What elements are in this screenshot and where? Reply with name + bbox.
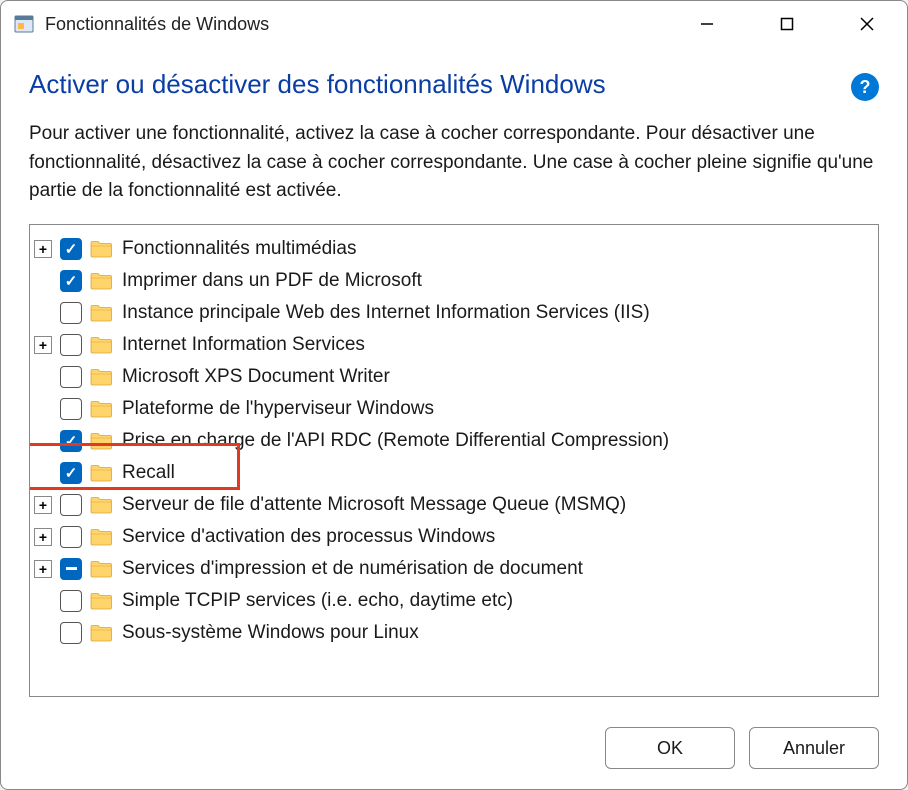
folder-icon [90,464,112,482]
window-title: Fonctionnalités de Windows [45,14,687,35]
minimize-button[interactable] [687,4,727,44]
feature-label: Sous-système Windows pour Linux [122,622,419,644]
folder-icon [90,432,112,450]
feature-row[interactable]: + Services d'impression et de numérisatio… [34,553,866,585]
feature-checkbox[interactable] [60,270,82,292]
expand-toggle-icon[interactable]: + [34,496,52,514]
features-scroll[interactable]: + Fonctionnalités multimédias Imprimer dan… [30,229,870,693]
expand-toggle-icon[interactable]: + [34,528,52,546]
feature-label: Fonctionnalités multimédias [122,238,356,260]
feature-label: Serveur de file d'attente Microsoft Mess… [122,494,626,516]
feature-row[interactable]: Prise en charge de l'API RDC (Remote Dif… [34,425,866,457]
feature-row[interactable]: + Serveur de file d'attente Microsoft Mes… [34,489,866,521]
feature-label: Services d'impression et de numérisation… [122,558,583,580]
feature-checkbox[interactable] [60,398,82,420]
feature-row[interactable]: Instance principale Web des Internet Inf… [34,297,866,329]
expand-toggle-icon[interactable]: + [34,560,52,578]
cancel-button[interactable]: Annuler [749,727,879,769]
feature-checkbox[interactable] [60,462,82,484]
feature-checkbox[interactable] [60,494,82,516]
ok-button[interactable]: OK [605,727,735,769]
feature-label: Instance principale Web des Internet Inf… [122,302,650,324]
feature-checkbox[interactable] [60,590,82,612]
help-icon[interactable]: ? [851,73,879,101]
folder-icon [90,240,112,258]
feature-checkbox[interactable] [60,526,82,548]
window-controls [687,4,887,44]
folder-icon [90,336,112,354]
close-button[interactable] [847,4,887,44]
feature-row[interactable]: Sous-système Windows pour Linux [34,617,866,649]
feature-row[interactable]: Microsoft XPS Document Writer [34,361,866,393]
features-tree: + Fonctionnalités multimédias Imprimer dan… [29,224,879,698]
feature-label: Microsoft XPS Document Writer [122,366,390,388]
folder-icon [90,304,112,322]
folder-icon [90,272,112,290]
feature-label: Recall [122,462,175,484]
expand-toggle-icon[interactable]: + [34,240,52,258]
feature-checkbox[interactable] [60,238,82,260]
maximize-button[interactable] [767,4,807,44]
folder-icon [90,560,112,578]
feature-row[interactable]: + Service d'activation des processus Wind… [34,521,866,553]
feature-label: Simple TCPIP services (i.e. echo, daytim… [122,590,513,612]
feature-checkbox[interactable] [60,334,82,356]
feature-checkbox[interactable] [60,558,82,580]
feature-row[interactable]: Plateforme de l'hyperviseur Windows [34,393,866,425]
feature-label: Plateforme de l'hyperviseur Windows [122,398,434,420]
app-icon [13,13,35,35]
feature-row[interactable]: + Fonctionnalités multimédias [34,233,866,265]
folder-icon [90,528,112,546]
folder-icon [90,624,112,642]
page-heading: Activer ou désactiver des fonctionnalité… [29,69,835,100]
feature-label: Internet Information Services [122,334,365,356]
feature-checkbox[interactable] [60,366,82,388]
expand-toggle-icon[interactable]: + [34,336,52,354]
folder-icon [90,592,112,610]
feature-checkbox[interactable] [60,302,82,324]
feature-label: Prise en charge de l'API RDC (Remote Dif… [122,430,669,452]
windows-features-dialog: Fonctionnalités de Windows Activer ou dé… [0,0,908,790]
feature-label: Service d'activation des processus Windo… [122,526,495,548]
content-area: Activer ou désactiver des fonctionnalité… [1,47,907,709]
feature-row[interactable]: Imprimer dans un PDF de Microsoft [34,265,866,297]
folder-icon [90,400,112,418]
titlebar: Fonctionnalités de Windows [1,1,907,47]
feature-row[interactable]: Recall [34,457,866,489]
folder-icon [90,496,112,514]
feature-row[interactable]: Simple TCPIP services (i.e. echo, daytim… [34,585,866,617]
feature-checkbox[interactable] [60,622,82,644]
feature-row[interactable]: + Internet Information Services [34,329,866,361]
feature-label: Imprimer dans un PDF de Microsoft [122,270,422,292]
description-text: Pour activer une fonctionnalité, activez… [29,120,879,206]
feature-checkbox[interactable] [60,430,82,452]
dialog-buttons: OK Annuler [1,709,907,789]
folder-icon [90,368,112,386]
